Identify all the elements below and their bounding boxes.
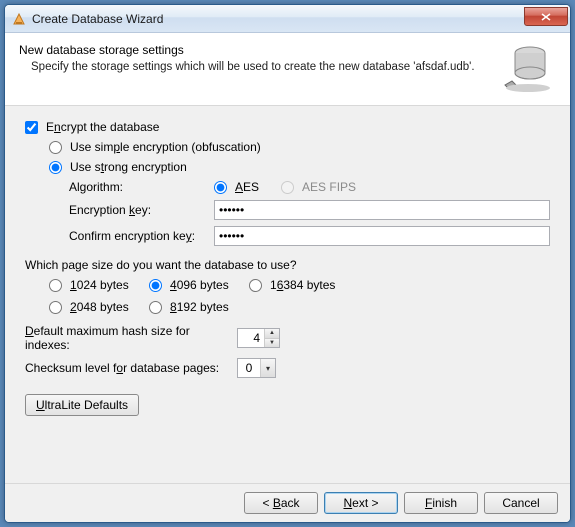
confirm-key-field[interactable] <box>214 226 550 246</box>
page-size-2048-radio[interactable]: 2048 bytes <box>49 300 149 314</box>
simple-encryption-radio[interactable]: Use simple encryption (obfuscation) <box>49 140 261 154</box>
aes-fips-radio: AES FIPS <box>281 180 356 194</box>
page-size-16384-radio[interactable]: 16384 bytes <box>249 278 359 292</box>
database-icon <box>500 43 556 93</box>
strong-encryption-radio[interactable]: Use strong encryption <box>49 160 187 174</box>
page-description: Specify the storage settings which will … <box>19 61 494 73</box>
titlebar: Create Database Wizard <box>5 5 570 33</box>
wizard-header: New database storage settings Specify th… <box>5 33 570 106</box>
wizard-window: Create Database Wizard New database stor… <box>4 4 571 523</box>
finish-button[interactable]: Finish <box>404 492 478 514</box>
wizard-content: Encrypt the database Use simple encrypti… <box>5 106 570 483</box>
spinner-down-icon[interactable]: ▼ <box>264 339 279 348</box>
hash-size-label: Default maximum hash size for indexes: <box>25 324 237 352</box>
encrypt-database-checkbox[interactable]: Encrypt the database <box>25 120 159 134</box>
confirm-key-label: Confirm encryption key: <box>69 229 214 243</box>
next-button[interactable]: Next > <box>324 492 398 514</box>
hash-size-spinner[interactable]: ▲▼ <box>237 328 280 348</box>
app-icon <box>11 11 27 27</box>
algorithm-label: Algorithm: <box>69 180 214 194</box>
wizard-footer: < Back Next > Finish Cancel <box>5 483 570 522</box>
page-title: New database storage settings <box>19 43 494 57</box>
page-size-4096-radio[interactable]: 4096 bytes <box>149 278 249 292</box>
cancel-button[interactable]: Cancel <box>484 492 558 514</box>
window-title: Create Database Wizard <box>32 12 524 26</box>
back-button[interactable]: < Back <box>244 492 318 514</box>
encryption-key-field[interactable] <box>214 200 550 220</box>
ultralite-defaults-button[interactable]: UltraLite Defaults <box>25 394 139 416</box>
page-size-question: Which page size do you want the database… <box>25 258 550 272</box>
page-size-1024-radio[interactable]: 1024 bytes <box>49 278 149 292</box>
chevron-down-icon[interactable]: ▾ <box>260 359 275 377</box>
encryption-key-label: Encryption key: <box>69 203 214 217</box>
close-button[interactable] <box>524 7 568 26</box>
spinner-up-icon[interactable]: ▲ <box>264 329 279 339</box>
aes-radio[interactable]: AES <box>214 180 259 194</box>
page-size-8192-radio[interactable]: 8192 bytes <box>149 300 249 314</box>
checksum-level-combo[interactable]: 0 ▾ <box>237 358 276 378</box>
checksum-level-label: Checksum level for database pages: <box>25 361 237 375</box>
